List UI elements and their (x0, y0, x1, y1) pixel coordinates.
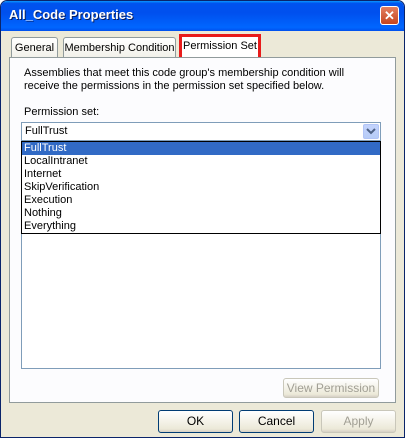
combobox-value: FullTrust (25, 125, 68, 137)
properties-dialog: All_Code Properties ✕ General Membership… (0, 0, 405, 438)
option-localintranet[interactable]: LocalIntranet (22, 155, 380, 168)
chevron-down-icon (366, 128, 376, 135)
close-button[interactable]: ✕ (380, 6, 399, 25)
cancel-button[interactable]: Cancel (239, 410, 314, 433)
window-title: All_Code Properties (9, 7, 134, 22)
option-fulltrust[interactable]: FullTrust (22, 142, 380, 155)
apply-button[interactable]: Apply (321, 410, 396, 433)
close-icon: ✕ (384, 8, 395, 23)
title-bar[interactable]: All_Code Properties ✕ (1, 1, 404, 31)
ok-button[interactable]: OK (158, 410, 233, 433)
option-skipverification[interactable]: SkipVerification (22, 181, 380, 194)
dropdown-button[interactable] (363, 124, 379, 139)
option-everything[interactable]: Everything (22, 220, 380, 233)
permission-set-combobox[interactable]: FullTrust (21, 122, 381, 141)
view-permission-button[interactable]: View Permission (283, 378, 379, 398)
option-execution[interactable]: Execution (22, 194, 380, 207)
option-nothing[interactable]: Nothing (22, 207, 380, 220)
option-internet[interactable]: Internet (22, 168, 380, 181)
tab-permission-set[interactable]: Permission Set (179, 34, 261, 57)
tab-general[interactable]: General (11, 37, 58, 57)
tab-membership-condition[interactable]: Membership Condition (63, 37, 176, 57)
permission-set-dropdown: FullTrust LocalIntranet Internet SkipVer… (21, 141, 381, 234)
permission-set-label: Permission set: (24, 106, 100, 118)
description-text: Assemblies that meet this code group's m… (24, 67, 345, 92)
